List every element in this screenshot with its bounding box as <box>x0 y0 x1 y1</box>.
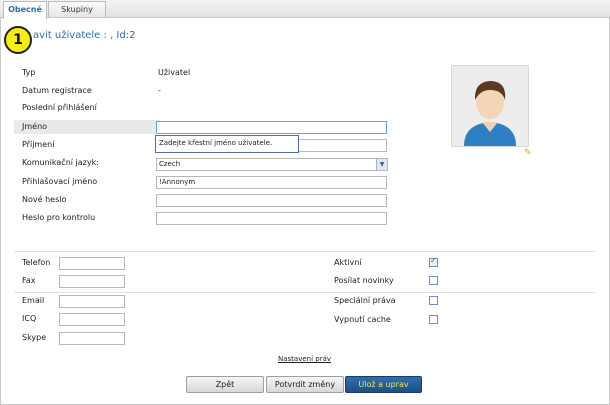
disable-cache-checkbox[interactable] <box>429 315 438 324</box>
avatar <box>451 65 529 147</box>
login-input[interactable]: !Annonym <box>156 176 387 189</box>
page-title: avit uživatele : , Id:2 <box>33 30 136 41</box>
skype-input[interactable] <box>59 332 125 345</box>
registration-date-value: - <box>158 86 161 95</box>
step-badge: 1 <box>4 26 32 54</box>
type-value: Uživatel <box>158 68 191 77</box>
language-select[interactable]: Czech ▼ <box>156 158 388 171</box>
icq-label: ICQ <box>22 314 37 323</box>
user-avatar-icon <box>464 81 516 146</box>
tab-groups[interactable]: Skupiny <box>48 1 106 17</box>
section-divider <box>14 292 596 293</box>
confirm-password-label: Heslo pro kontrolu <box>22 213 96 222</box>
tab-bar: Obecné Skupiny <box>0 0 610 19</box>
fax-input[interactable] <box>59 275 125 288</box>
edit-avatar-icon[interactable]: ✎ <box>524 148 532 158</box>
new-password-label: Nové heslo <box>22 195 67 204</box>
special-rights-checkbox[interactable] <box>429 296 438 305</box>
newsletter-checkbox[interactable] <box>429 276 438 285</box>
disable-cache-label: Vypnutí cache <box>334 315 391 324</box>
section-divider <box>14 251 596 252</box>
email-input[interactable] <box>59 295 125 308</box>
phone-label: Telefon <box>22 258 51 267</box>
save-and-edit-button[interactable]: Ulož a uprav <box>345 376 422 393</box>
registration-date-label: Datum registrace <box>22 86 92 95</box>
active-label: Aktivní <box>334 258 362 267</box>
icq-input[interactable] <box>59 313 125 326</box>
language-select-value: Czech <box>159 160 181 168</box>
active-checkbox[interactable] <box>429 256 438 267</box>
new-password-input[interactable] <box>156 194 387 207</box>
type-label: Typ <box>22 68 36 77</box>
first-name-label: Jméno <box>22 122 48 131</box>
language-label: Komunikační jazyk: <box>22 158 99 167</box>
phone-input[interactable] <box>59 257 125 270</box>
newsletter-label: Posílat novinky <box>334 276 394 285</box>
last-name-label: Příjmení <box>22 140 55 149</box>
confirm-password-input[interactable] <box>156 212 387 225</box>
email-label: Email <box>22 296 45 305</box>
back-button[interactable]: Zpět <box>186 376 264 393</box>
special-rights-label: Speciální práva <box>334 296 396 305</box>
tab-general[interactable]: Obecné <box>3 1 47 19</box>
permissions-link[interactable]: Nastavení práv <box>278 355 331 363</box>
first-name-input[interactable] <box>156 121 387 134</box>
fax-label: Fax <box>22 276 36 285</box>
confirm-changes-button[interactable]: Potvrdit změny <box>266 376 344 393</box>
last-login-label: Poslední přihlášení <box>22 103 97 112</box>
first-name-tooltip: Zadejte křestní jméno uživatele. <box>155 135 299 153</box>
login-label: Přihlašovací jméno <box>22 177 98 186</box>
skype-label: Skype <box>22 333 47 342</box>
chevron-down-icon[interactable]: ▼ <box>376 159 387 170</box>
